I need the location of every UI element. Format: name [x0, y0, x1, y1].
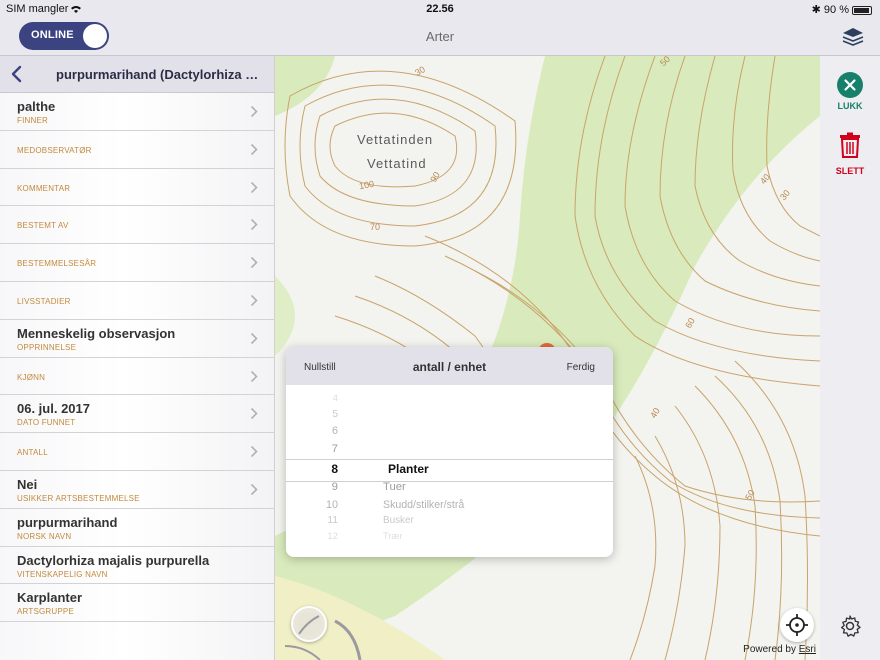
field-row[interactable]: Karplanter ARTSGRUPPE	[0, 584, 274, 623]
chevron-right-icon	[250, 143, 258, 155]
field-row[interactable]: palthe FINNER	[0, 93, 274, 131]
field-row[interactable]: BESTEMMELSESÅR	[0, 244, 274, 282]
field-label: OPPRINNELSE	[17, 342, 77, 352]
clock: 22.56	[426, 3, 454, 15]
field-label: NORSK NAVN	[17, 531, 72, 541]
field-row[interactable]: LIVSSTADIER	[0, 282, 274, 320]
field-label: KJØNN	[17, 372, 46, 382]
picker-wheel[interactable]: 4 5 6 7 8 9 10 11 12 Planter Tuer Skudd/stilker/str…	[286, 385, 613, 542]
settings-gear-icon[interactable]	[838, 614, 862, 638]
panel-header: purpurmarihand (Dactylorhiza majalis pur…	[0, 56, 274, 93]
crosshair-icon	[786, 614, 808, 636]
layers-icon[interactable]	[840, 24, 866, 50]
contour-label: 70	[370, 222, 381, 232]
field-label: VITENSKAPELIG NAVN	[17, 569, 108, 579]
picker-number[interactable]: 11	[316, 515, 338, 526]
field-value: Karplanter	[17, 590, 83, 606]
compass-button[interactable]	[291, 606, 327, 642]
picker-number[interactable]: 7	[316, 443, 338, 455]
page-title: Arter	[425, 29, 455, 44]
place-name: Vettatind	[367, 156, 427, 171]
chevron-right-icon	[250, 446, 258, 458]
close-tool[interactable]: LUKK	[820, 72, 880, 111]
navigation-bar: ONLINE Arter	[0, 18, 880, 56]
field-label: BESTEMT AV	[17, 221, 69, 231]
field-row[interactable]: purpurmarihand NORSK NAVN	[0, 509, 274, 547]
field-label: MEDOBSERVATØR	[17, 145, 92, 155]
field-value: 06. jul. 2017	[17, 401, 90, 417]
selection-line-top	[286, 459, 613, 460]
picker-title: antall / enhet	[412, 360, 487, 374]
chevron-right-icon	[250, 332, 258, 344]
chevron-right-icon	[250, 219, 258, 231]
field-row[interactable]: MEDOBSERVATØR	[0, 131, 274, 169]
battery-icon	[852, 5, 872, 15]
picker-number[interactable]: 10	[316, 499, 338, 511]
field-value: palthe	[17, 99, 56, 114]
close-icon	[837, 72, 863, 98]
field-row[interactable]: ANTALL	[0, 433, 274, 471]
chevron-right-icon	[250, 105, 258, 118]
field-label: FINNER	[17, 116, 48, 125]
picker-number[interactable]: 8	[316, 462, 338, 476]
field-row[interactable]: KOMMENTAR	[0, 169, 274, 207]
quantity-unit-picker: Nullstill antall / enhet Ferdig 4 5 6 7 8 9 10…	[286, 347, 613, 557]
field-label: ANTALL	[17, 448, 48, 458]
picker-number[interactable]: 9	[316, 481, 338, 493]
right-toolbar: LUKK SLETT	[820, 56, 880, 660]
chevron-right-icon	[250, 483, 258, 496]
field-value: purpurmarihand	[17, 514, 118, 530]
field-value: Nei	[17, 476, 38, 492]
status-bar: SIM mangler 22.56 ✱ 90 %	[0, 0, 880, 18]
observation-detail-panel: purpurmarihand (Dactylorhiza majalis pur…	[0, 56, 275, 660]
chevron-right-icon	[250, 181, 258, 193]
battery-status: ✱ 90 %	[812, 3, 872, 16]
chevron-right-icon	[250, 408, 258, 420]
back-chevron-icon[interactable]	[10, 65, 24, 83]
chevron-right-icon	[250, 370, 258, 382]
picker-header: Nullstill antall / enhet Ferdig	[286, 347, 613, 385]
delete-label: SLETT	[835, 166, 865, 176]
picker-number[interactable]: 5	[316, 409, 338, 420]
compass-icon	[297, 612, 321, 636]
field-row[interactable]: Menneskelig observasjon OPPRINNELSE	[0, 320, 274, 358]
map-attribution: Powered by Esri	[743, 644, 816, 655]
field-label: LIVSSTADIER	[17, 296, 71, 306]
field-label: ARTSGRUPPE	[17, 607, 74, 617]
bluetooth-icon: ✱	[811, 4, 821, 16]
picker-number[interactable]: 12	[316, 531, 338, 542]
field-value: Dactylorhiza majalis purpurella	[17, 552, 210, 568]
place-name: Vettatinden	[357, 132, 434, 147]
esri-link[interactable]: Esri	[799, 644, 816, 655]
battery-text: 90 %	[823, 4, 849, 16]
field-value: Menneskelig observasjon	[17, 325, 176, 341]
picker-unit[interactable]: Tuer	[383, 481, 406, 493]
delete-tool[interactable]: SLETT	[820, 132, 880, 176]
chevron-right-icon	[250, 257, 258, 269]
field-label: BESTEMMELSESÅR	[17, 259, 97, 269]
field-row[interactable]: KJØNN	[0, 358, 274, 396]
field-row[interactable]: Dactylorhiza majalis purpurella VITENSKAP…	[0, 547, 274, 585]
field-list: palthe FINNER MEDOBSERVATØR KOMMENTAR BESTEM…	[0, 93, 274, 623]
field-label: USIKKER ARTSBESTEMMELSE	[17, 493, 140, 503]
trash-icon	[840, 132, 860, 158]
locate-me-button[interactable]	[780, 608, 814, 642]
picker-unit[interactable]: Trær	[383, 531, 403, 541]
field-row[interactable]: 06. jul. 2017 DATO FUNNET	[0, 395, 274, 434]
attribution-text: Powered by	[743, 644, 796, 655]
field-row[interactable]: BESTEMT AV	[0, 206, 274, 245]
chevron-right-icon	[250, 294, 258, 307]
field-label: DATO FUNNET	[17, 418, 76, 428]
close-label: LUKK	[837, 101, 863, 111]
done-button[interactable]: Ferdig	[567, 362, 595, 373]
picker-unit[interactable]: Skudd/stilker/strå	[383, 499, 464, 511]
picker-number[interactable]: 6	[316, 425, 338, 437]
picker-unit[interactable]: Busker	[383, 515, 414, 526]
picker-number[interactable]: 4	[316, 393, 338, 404]
field-row[interactable]: Nei USIKKER ARTSBESTEMMELSE	[0, 471, 274, 509]
picker-unit[interactable]: Planter	[388, 462, 429, 476]
species-title: purpurmarihand (Dactylorhiza majalis pur…	[56, 67, 268, 82]
field-label: KOMMENTAR	[17, 183, 71, 193]
